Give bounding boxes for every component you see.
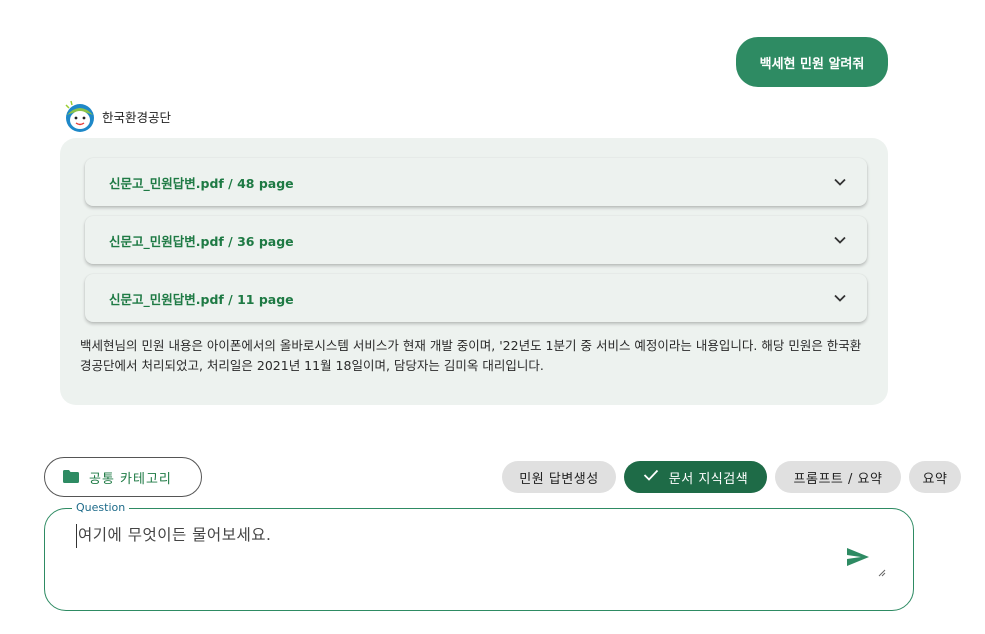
source-label: 신문고_민원답변.pdf / 36 page <box>109 233 294 249</box>
chip-document-search[interactable]: 문서 지식검색 <box>624 461 767 493</box>
answer-text: 백세현님의 민원 내용은 아이폰에서의 올바로시스템 서비스가 현재 개발 중이… <box>80 338 862 373</box>
question-input[interactable]: 여기에 무엇이든 물어보세요. <box>76 524 836 548</box>
user-message-bubble: 백세현 민원 알려줘 <box>736 37 888 87</box>
source-accordion-1[interactable]: 신문고_민원답변.pdf / 48 page <box>85 158 867 206</box>
chip-label: 민원 답변생성 <box>519 471 599 487</box>
mascot-avatar-icon <box>62 99 96 133</box>
chevron-down-icon[interactable] <box>833 233 847 247</box>
user-message-text: 백세현 민원 알려줘 <box>759 56 865 72</box>
chip-summary[interactable]: 요약 <box>909 461 961 493</box>
source-accordion-2[interactable]: 신문고_민원답변.pdf / 36 page <box>85 216 867 264</box>
answer-card: 신문고_민원답변.pdf / 48 page 신문고_민원답변.pdf / 36… <box>60 138 888 405</box>
folder-icon <box>63 468 79 487</box>
chip-label: 요약 <box>922 471 948 487</box>
chip-label: 문서 지식검색 <box>668 471 749 487</box>
question-legend: Question <box>72 501 130 514</box>
send-icon[interactable] <box>846 547 872 569</box>
bot-header: 한국환경공단 <box>62 98 171 134</box>
source-label: 신문고_민원답변.pdf / 48 page <box>109 175 294 191</box>
resize-handle-icon[interactable] <box>876 562 886 577</box>
category-button[interactable]: 공통 카테고리 <box>44 457 202 497</box>
chevron-down-icon[interactable] <box>833 175 847 189</box>
chip-label: 프롬프트 / 요약 <box>793 471 883 487</box>
source-accordion-3[interactable]: 신문고_민원답변.pdf / 11 page <box>85 274 867 322</box>
bot-name: 한국환경공단 <box>102 109 172 125</box>
chip-complaint-answer[interactable]: 민원 답변생성 <box>502 461 616 493</box>
chevron-down-icon[interactable] <box>833 291 847 305</box>
chip-prompt-summary[interactable]: 프롬프트 / 요약 <box>775 461 901 493</box>
check-icon <box>643 469 659 485</box>
category-button-label: 공통 카테고리 <box>89 471 172 487</box>
source-label: 신문고_민원답변.pdf / 11 page <box>109 291 294 307</box>
